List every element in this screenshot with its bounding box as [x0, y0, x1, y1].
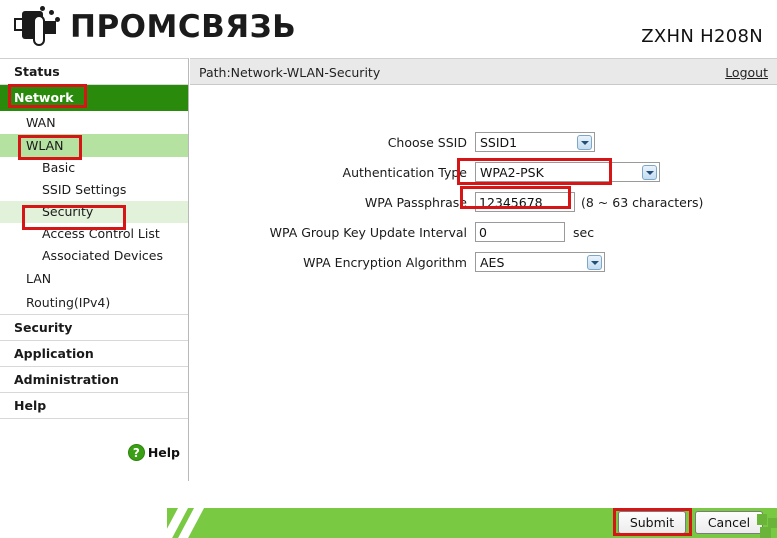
- corner-decoration: [753, 514, 777, 538]
- passphrase-hint: (8 ~ 63 characters): [581, 194, 704, 210]
- question-mark-icon: ?: [127, 444, 145, 461]
- auth-type-select[interactable]: WPA2-PSK: [475, 162, 660, 182]
- chevron-down-icon[interactable]: [587, 255, 602, 270]
- sidebar-item-wan[interactable]: WAN: [0, 111, 188, 134]
- sidebar-item-wlan[interactable]: WLAN: [0, 134, 188, 157]
- brand-name: ПРОМСВЯЗЬ: [70, 8, 297, 45]
- encryption-select[interactable]: AES: [475, 252, 605, 272]
- passphrase-field: (8 ~ 63 characters): [475, 192, 703, 212]
- auth-type-label: Authentication Type: [342, 164, 467, 180]
- breadcrumb-bar: Path:Network-WLAN-Security Logout: [190, 58, 777, 85]
- brand-logo: ПРОМСВЯЗЬ: [14, 4, 296, 50]
- sidebar-item-basic[interactable]: Basic: [0, 157, 188, 179]
- sidebar-nav: Status Network WAN WLAN Basic SSID Setti…: [0, 58, 189, 481]
- choose-ssid-value: SSID1: [480, 134, 518, 150]
- breadcrumb: Path:Network-WLAN-Security: [199, 65, 381, 80]
- encryption-value: AES: [480, 254, 505, 270]
- sidebar-item-status[interactable]: Status: [0, 59, 188, 85]
- submit-button[interactable]: Submit: [618, 511, 686, 534]
- corner-block: [760, 527, 771, 538]
- logo-square-shape: [44, 21, 56, 34]
- group-key-interval-unit: sec: [573, 224, 595, 240]
- form-row-passphrase: WPA Passphrase (8 ~ 63 characters): [190, 191, 777, 213]
- sidebar-item-access-control-list[interactable]: Access Control List: [0, 223, 188, 245]
- sidebar-item-associated-devices[interactable]: Associated Devices: [0, 245, 188, 267]
- auth-type-field: WPA2-PSK: [475, 162, 660, 182]
- corner-block: [757, 514, 767, 525]
- passphrase-input[interactable]: [475, 192, 575, 212]
- choose-ssid-label: Choose SSID: [387, 134, 467, 150]
- choose-ssid-field: SSID1: [475, 132, 595, 152]
- chevron-down-icon[interactable]: [577, 135, 592, 150]
- main-content: Path:Network-WLAN-Security Logout Choose…: [190, 58, 777, 481]
- choose-ssid-select[interactable]: SSID1: [475, 132, 595, 152]
- wlan-security-form: Choose SSID SSID1 Authentication Type WP…: [190, 85, 777, 273]
- group-key-interval-label: WPA Group Key Update Interval: [269, 224, 467, 240]
- logo-capsule-shape: [33, 15, 45, 46]
- page-header: ПРОМСВЯЗЬ ZXHN H208N: [0, 0, 777, 58]
- passphrase-label: WPA Passphrase: [364, 194, 467, 210]
- group-key-interval-input[interactable]: [475, 222, 565, 242]
- sidebar-item-routing-ipv4[interactable]: Routing(IPv4): [0, 290, 188, 315]
- logo-dot-icon: [40, 6, 45, 11]
- group-key-interval-field: sec: [475, 222, 594, 242]
- form-row-group-key-interval: WPA Group Key Update Interval sec: [190, 221, 777, 243]
- promsvyaz-logo-icon: [14, 4, 62, 50]
- chevron-down-icon[interactable]: [642, 165, 657, 180]
- sidebar-item-ssid-settings[interactable]: SSID Settings: [0, 179, 188, 201]
- sidebar-item-security[interactable]: Security: [0, 315, 188, 341]
- help-badge-label: Help: [147, 445, 180, 460]
- logout-link[interactable]: Logout: [725, 65, 768, 80]
- sidebar-item-help[interactable]: Help: [0, 393, 188, 419]
- encryption-field: AES: [475, 252, 605, 272]
- encryption-label: WPA Encryption Algorithm: [303, 254, 467, 270]
- auth-type-value: WPA2-PSK: [480, 164, 544, 180]
- device-model: ZXHN H208N: [641, 26, 763, 47]
- logo-dot-icon: [49, 10, 54, 15]
- sidebar-item-application[interactable]: Application: [0, 341, 188, 367]
- sidebar-item-security-wlan[interactable]: Security: [0, 201, 188, 223]
- sidebar-item-administration[interactable]: Administration: [0, 367, 188, 393]
- help-badge[interactable]: ? Help: [0, 444, 188, 461]
- form-row-encryption: WPA Encryption Algorithm AES: [190, 251, 777, 273]
- sidebar-item-network[interactable]: Network: [0, 85, 188, 111]
- form-row-auth-type: Authentication Type WPA2-PSK: [190, 161, 777, 183]
- sidebar-item-lan[interactable]: LAN: [0, 267, 188, 290]
- form-row-choose-ssid: Choose SSID SSID1: [190, 131, 777, 153]
- logo-dot-icon: [55, 17, 60, 22]
